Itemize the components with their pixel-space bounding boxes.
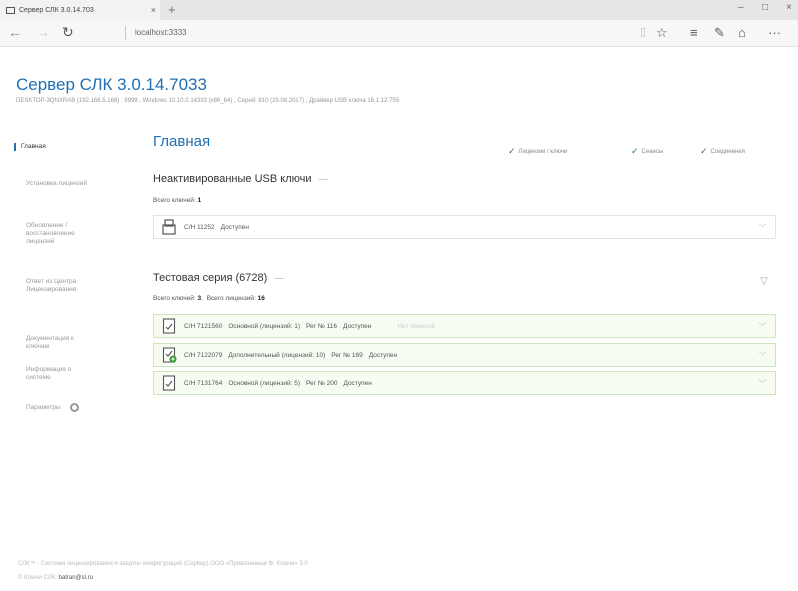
checkbox-checked-icon: ✓ (700, 146, 708, 156)
sidebar-item-install[interactable]: Установка лицензий (26, 180, 96, 188)
group-title-test-series: Тестовая серия (6728) — (153, 272, 284, 284)
browser-tab[interactable]: Сервер СЛК 3.0.14.703 × (0, 0, 160, 20)
forward-arrow-icon[interactable]: → (36, 24, 50, 40)
tab-close-icon[interactable]: × (151, 5, 156, 15)
sessions-note: Нет сеансов (397, 322, 435, 330)
license-file-icon (161, 375, 177, 391)
collapse-button[interactable]: — (274, 273, 284, 284)
app-subtitle: DESKTOP-3QNXRAB (192.168.5.168) : 9999 ,… (16, 98, 400, 104)
filter-label: Сеансы (641, 148, 664, 155)
sidebar-item-label: Установка лицензий (26, 180, 88, 187)
summary-label: Всего лицензий: (206, 295, 256, 302)
chevron-down-icon[interactable]: ﹀ (758, 221, 767, 234)
sidebar-item-label: Главная (21, 143, 46, 150)
chevron-down-icon[interactable]: ﹀ (758, 349, 767, 362)
group-title-text: Неактивированные USB ключи (153, 173, 312, 185)
back-arrow-icon[interactable]: ← (8, 24, 22, 40)
group-summary: Всего ключей: 1 (153, 197, 201, 204)
group-title-usb: Неактивированные USB ключи — (153, 173, 329, 185)
sidebar-item-update[interactable]: Обновление / восстановление лицензий (26, 222, 96, 246)
filter-label: Соединения (710, 148, 745, 155)
footer-copyright: СЛК™ - Система лицензирования и защиты к… (18, 561, 308, 567)
filter-label: Лицензии / ключи (518, 148, 568, 155)
reg-number: Рег № 116 (306, 322, 337, 330)
license-type: Основной (лицензий: 1) (228, 322, 300, 330)
filter-licenses[interactable]: ✓ Лицензии / ключи (508, 146, 567, 157)
table-row[interactable]: С/Н 7121560 Основной (лицензий: 1) Рег №… (153, 314, 776, 338)
checkbox-checked-icon: ✓ (631, 146, 639, 156)
license-type: Основной (лицензий: 5) (228, 379, 300, 387)
address-separator (125, 26, 126, 40)
sidebar-item-label: Параметры (26, 404, 61, 412)
gear-icon (70, 403, 80, 412)
footer-contact: © Ключи СЛК: batran@sl.ru (18, 575, 93, 581)
checkbox-checked-icon: ✓ (508, 146, 516, 156)
collapse-button[interactable]: — (319, 174, 329, 185)
footer-email-link[interactable]: batran@sl.ru (59, 575, 93, 581)
refresh-icon[interactable]: ↻ (62, 24, 74, 41)
status-text: Доступен (220, 223, 249, 231)
sidebar-item-sysinfo[interactable]: Информация о системе (26, 366, 96, 382)
web-note-icon[interactable]: ✎ (714, 25, 725, 41)
list-item[interactable]: С/Н 11252 Доступен ﹀ (153, 215, 776, 239)
summary-value: 3 (197, 295, 202, 302)
star-icon[interactable]: ☆ (656, 25, 668, 41)
address-input[interactable]: localhost:3333 (135, 28, 187, 37)
maximize-button[interactable]: □ (762, 2, 768, 13)
reading-view-icon[interactable]: ▯ (640, 25, 646, 38)
status-text: Доступен (342, 322, 372, 330)
license-type: Дополнительный (лицензий: 10) (228, 351, 326, 359)
sidebar-item-docs[interactable]: Документация к ключам (26, 335, 96, 351)
summary-value: 16 (257, 295, 265, 302)
summary-value: 1 (197, 197, 202, 204)
chevron-down-icon[interactable]: ﹀ (758, 320, 767, 333)
sidebar-item-home[interactable]: Главная (14, 143, 46, 151)
usb-key-icon (161, 219, 177, 235)
filter-connections[interactable]: ✓ Соединения (700, 146, 745, 157)
license-file-icon (161, 318, 177, 334)
app-title: Сервер СЛК 3.0.14.7033 (16, 75, 207, 94)
page-title: Главная (153, 133, 211, 150)
serial-number: С/Н 7121560 (184, 322, 223, 330)
browser-tabbar: Сервер СЛК 3.0.14.703 × + – □ × (0, 0, 798, 20)
reg-number: Рег № 169 (331, 351, 363, 359)
serial-number: С/Н 7122079 (184, 351, 223, 359)
sidebar-item-label: Документация к ключам (26, 335, 74, 350)
summary-label: Всего ключей: (153, 295, 196, 302)
status-text: Доступен (343, 379, 372, 387)
share-icon[interactable]: ⌂ (738, 25, 746, 40)
sidebar-item-label: Информация о системе (26, 366, 72, 381)
summary-label: Всего ключей: (153, 197, 196, 204)
status-text: Доступен (368, 351, 398, 359)
tab-title: Сервер СЛК 3.0.14.703 (19, 6, 94, 14)
minimize-button[interactable]: – (738, 2, 744, 13)
group-title-text: Тестовая серия (6728) (153, 272, 268, 284)
reg-number: Рег № 200 (306, 379, 338, 387)
table-row[interactable]: С/Н 7122079 Дополнительный (лицензий: 10… (153, 343, 776, 367)
serial-number: С/Н 7131764 (184, 379, 223, 387)
chevron-down-icon[interactable]: ﹀ (758, 377, 767, 390)
sidebar-item-label: Обновление / восстановление лицензий (26, 222, 75, 245)
table-row[interactable]: С/Н 7131764 Основной (лицензий: 5) Рег №… (153, 371, 776, 395)
address-bar: ← → ↻ localhost:3333 ▯ ☆ ≡ ✎ ⌂ ··· (0, 20, 798, 47)
sidebar-item-settings[interactable]: Параметры (26, 403, 126, 412)
filter-icon[interactable]: ▽ (760, 276, 768, 287)
footer-prefix: © Ключи СЛК: (18, 575, 57, 581)
more-icon[interactable]: ··· (768, 25, 781, 40)
close-window-button[interactable]: × (786, 2, 792, 13)
page-icon (6, 6, 15, 14)
new-tab-button[interactable]: + (168, 2, 176, 17)
serial-number: С/Н 11252 (184, 223, 215, 231)
sidebar-item-label: Ответ из Центра Лицензирования (26, 278, 77, 293)
filter-sessions[interactable]: ✓ Сеансы (631, 146, 663, 157)
sidebar-item-response[interactable]: Ответ из Центра Лицензирования (26, 278, 106, 294)
hub-icon[interactable]: ≡ (690, 25, 698, 40)
license-file-add-icon (161, 347, 177, 363)
group-summary: Всего ключей: 3, Всего лицензий: 16 (153, 295, 265, 302)
